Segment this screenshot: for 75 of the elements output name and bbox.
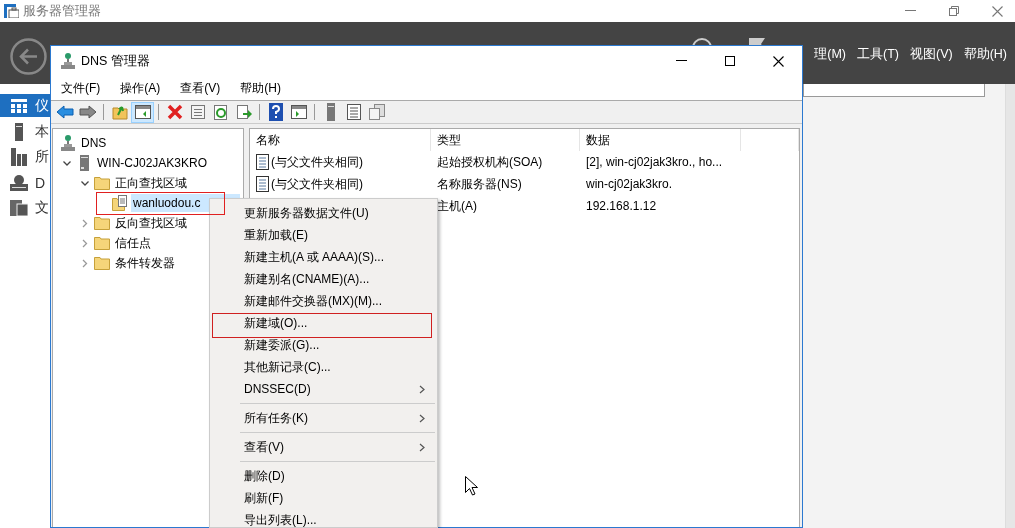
sidebar-item[interactable]: D xyxy=(0,170,50,196)
table-cell: 起始授权机构(SOA) xyxy=(437,153,543,171)
flag-icon[interactable] xyxy=(747,36,768,45)
refresh-icon[interactable] xyxy=(691,37,714,45)
scrollbar[interactable] xyxy=(1005,84,1015,528)
window-title: 服务器管理器 xyxy=(23,2,101,20)
table-cell: (与父文件夹相同) xyxy=(271,175,363,193)
chevron-right-icon xyxy=(419,384,425,394)
menu-item[interactable]: 文件(F) xyxy=(61,79,101,97)
tree-item[interactable]: 信任点 xyxy=(113,232,153,254)
folder-icon xyxy=(94,256,110,270)
menu-item[interactable]: 其他新记录(C)... xyxy=(210,356,437,378)
menu-item[interactable]: 所有任务(K) xyxy=(210,407,437,429)
menu-item[interactable]: 导出列表(L)... xyxy=(210,509,437,527)
sidebar-item[interactable]: 所 xyxy=(0,144,50,170)
menu-item[interactable]: 新建委派(G)... xyxy=(210,334,437,356)
chevron-right-icon xyxy=(419,442,425,452)
menu-item[interactable]: 操作(A) xyxy=(120,79,161,97)
server-icon xyxy=(79,155,89,171)
menu-item[interactable]: 刷新(F) xyxy=(210,487,437,509)
servers-icon xyxy=(11,148,27,167)
minimize-icon[interactable] xyxy=(676,60,687,62)
table-cell: 主机(A) xyxy=(437,197,477,215)
menu-item[interactable]: 新建邮件交换器(MX)(M)... xyxy=(210,290,437,312)
menu-item[interactable]: 查看(V) xyxy=(180,79,221,97)
record-icon xyxy=(256,154,269,170)
menu-item[interactable]: 帮助(H) xyxy=(963,46,1007,63)
sidebar-item[interactable]: 本 xyxy=(0,119,50,145)
sidebar-item[interactable]: 文 xyxy=(0,195,50,221)
pane-toggle-icon[interactable] xyxy=(131,101,154,123)
tree-item[interactable]: 反向查找区域 xyxy=(113,212,189,234)
dns-server-icon xyxy=(10,174,28,191)
column-header[interactable]: 类型 xyxy=(431,129,580,151)
tree-item[interactable]: DNS xyxy=(79,134,109,152)
dns-icon xyxy=(61,53,75,69)
chevron-right-icon xyxy=(419,413,425,423)
menu-item[interactable]: 删除(D) xyxy=(210,465,437,487)
column-header[interactable]: 数据 xyxy=(580,129,741,151)
table-cell: win-cj02jak3kro. xyxy=(586,177,673,191)
menu-item[interactable]: 重新加载(E) xyxy=(210,224,437,246)
tree-item[interactable]: WIN-CJ02JAK3KRO xyxy=(95,154,210,172)
sidebar-item[interactable]: 仪 xyxy=(0,94,50,117)
folder-icon xyxy=(94,236,110,250)
dns-icon xyxy=(61,135,75,151)
menu-item[interactable]: 新建域(O)... xyxy=(210,312,437,334)
server-icon xyxy=(15,122,23,141)
zone-file-icon xyxy=(112,195,128,211)
files-icon xyxy=(10,200,28,217)
table-cell: 192.168.1.12 xyxy=(586,199,657,213)
tree-item[interactable]: 正向查找区域 xyxy=(113,172,189,194)
record-icon xyxy=(256,176,269,192)
restore-icon[interactable] xyxy=(949,6,959,16)
close-icon[interactable] xyxy=(773,55,784,67)
menu-item[interactable]: 查看(V) xyxy=(210,436,437,458)
menu-item[interactable]: 新建主机(A 或 AAAA)(S)... xyxy=(210,246,437,268)
table-cell: [2], win-cj02jak3kro., ho... xyxy=(586,155,723,169)
app-icon xyxy=(4,4,19,18)
menu-item[interactable]: DNSSEC(D) xyxy=(210,378,437,400)
folder-icon xyxy=(94,216,110,230)
tree-item[interactable]: 条件转发器 xyxy=(113,252,177,274)
mouse-pointer-icon xyxy=(465,476,478,496)
table-cell: (与父文件夹相同) xyxy=(271,153,363,171)
search-field[interactable] xyxy=(803,84,985,97)
window-title: DNS 管理器 xyxy=(81,52,150,70)
column-header[interactable]: 名称 xyxy=(250,129,431,151)
maximize-icon[interactable] xyxy=(725,56,735,66)
menu-item[interactable]: 帮助(H) xyxy=(240,79,281,97)
menu-item[interactable]: 视图(V) xyxy=(909,46,953,63)
menu-item[interactable]: 工具(T) xyxy=(857,46,899,63)
menu-item[interactable]: 理(M) xyxy=(814,46,846,63)
menu-item[interactable]: 新建别名(CNAME)(A)... xyxy=(210,268,437,290)
folder-icon xyxy=(94,176,110,190)
back-icon[interactable] xyxy=(10,38,47,75)
grid-icon xyxy=(11,98,27,113)
table-cell: 名称服务器(NS) xyxy=(437,175,522,193)
